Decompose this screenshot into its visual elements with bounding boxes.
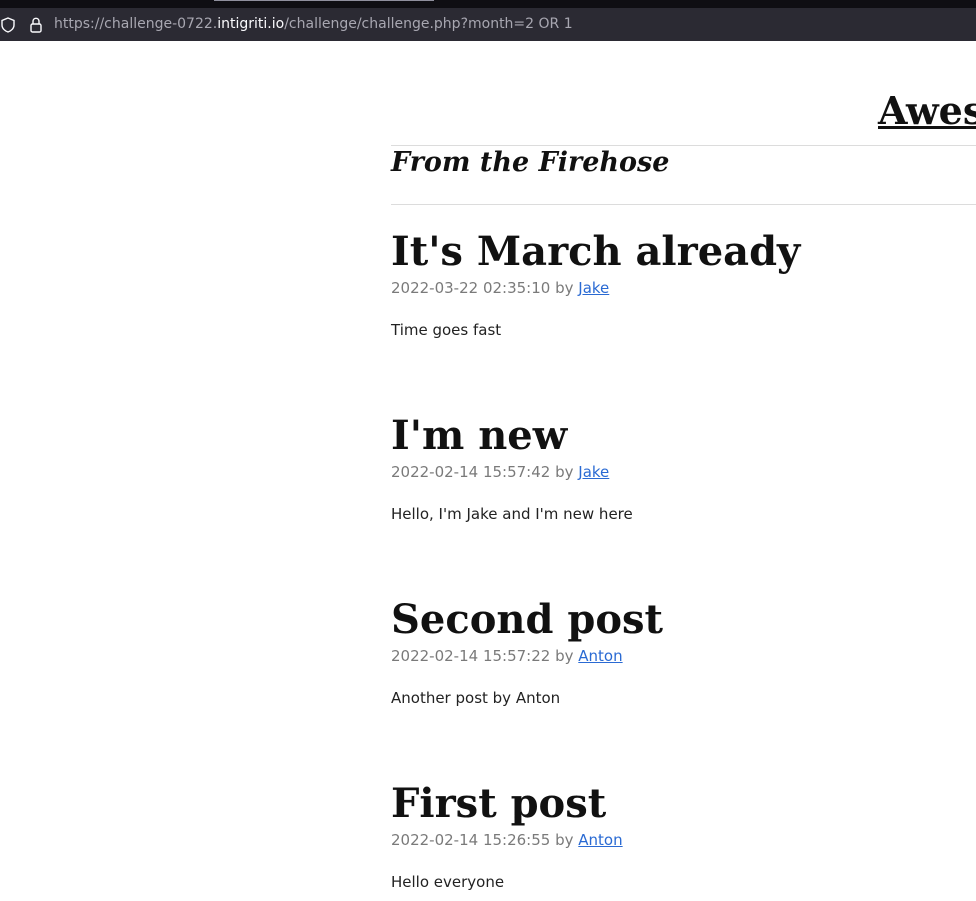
post-item: Second post 2022-02-14 15:57:22 by Anton… bbox=[391, 596, 976, 708]
post-title: Second post bbox=[391, 596, 663, 643]
post-by: by bbox=[555, 463, 574, 481]
post-timestamp: 2022-02-14 15:57:42 bbox=[391, 463, 551, 481]
site-subtitle: From the Firehose bbox=[391, 147, 670, 178]
post-title: It's March already bbox=[391, 228, 801, 275]
page-content: Aweso From the Firehose It's March alrea… bbox=[0, 41, 976, 901]
post-body: Another post by Anton bbox=[391, 689, 561, 707]
post-item: It's March already 2022-03-22 02:35:10 b… bbox=[391, 228, 976, 340]
post-title: First post bbox=[391, 780, 607, 827]
post-by: by bbox=[555, 831, 574, 849]
url-field[interactable]: https://challenge-0722.intigriti.io/chal… bbox=[54, 16, 573, 32]
tab-strip bbox=[0, 0, 976, 8]
url-path: /challenge/challenge.php?month=2 OR 1 bbox=[284, 16, 573, 32]
post-by: by bbox=[555, 647, 574, 665]
post-meta: 2022-02-14 15:26:55 by Anton bbox=[391, 830, 976, 850]
url-host: intigriti.io bbox=[217, 16, 285, 32]
post-title: I'm new bbox=[391, 412, 568, 459]
active-tab[interactable] bbox=[214, 0, 434, 1]
post-body: Hello everyone bbox=[391, 873, 505, 891]
post-item: First post 2022-02-14 15:26:55 by Anton … bbox=[391, 780, 976, 892]
post-meta: 2022-03-22 02:35:10 by Jake bbox=[391, 278, 976, 298]
author-link[interactable]: Anton bbox=[578, 831, 622, 849]
site-title-link[interactable]: Aweso bbox=[878, 92, 976, 130]
author-link[interactable]: Jake bbox=[578, 463, 609, 481]
post-timestamp: 2022-03-22 02:35:10 bbox=[391, 279, 551, 297]
browser-toolbar: https://challenge-0722.intigriti.io/chal… bbox=[0, 0, 976, 41]
header-divider-bottom bbox=[391, 204, 976, 205]
header-divider-top bbox=[391, 145, 976, 146]
post-body: Time goes fast bbox=[391, 321, 502, 339]
post-meta: 2022-02-14 15:57:42 by Jake bbox=[391, 462, 976, 482]
author-link[interactable]: Anton bbox=[578, 647, 622, 665]
post-body: Hello, I'm Jake and I'm new here bbox=[391, 505, 633, 523]
url-prefix: https://challenge-0722. bbox=[54, 16, 218, 32]
lock-icon[interactable] bbox=[29, 17, 43, 33]
post-item: I'm new 2022-02-14 15:57:42 by Jake Hell… bbox=[391, 412, 976, 524]
post-meta: 2022-02-14 15:57:22 by Anton bbox=[391, 646, 976, 666]
tracking-protection-shield-icon[interactable] bbox=[1, 17, 15, 33]
author-link[interactable]: Jake bbox=[578, 279, 609, 297]
address-bar[interactable]: https://challenge-0722.intigriti.io/chal… bbox=[0, 8, 976, 41]
post-by: by bbox=[555, 279, 574, 297]
post-timestamp: 2022-02-14 15:26:55 bbox=[391, 831, 551, 849]
post-timestamp: 2022-02-14 15:57:22 bbox=[391, 647, 551, 665]
